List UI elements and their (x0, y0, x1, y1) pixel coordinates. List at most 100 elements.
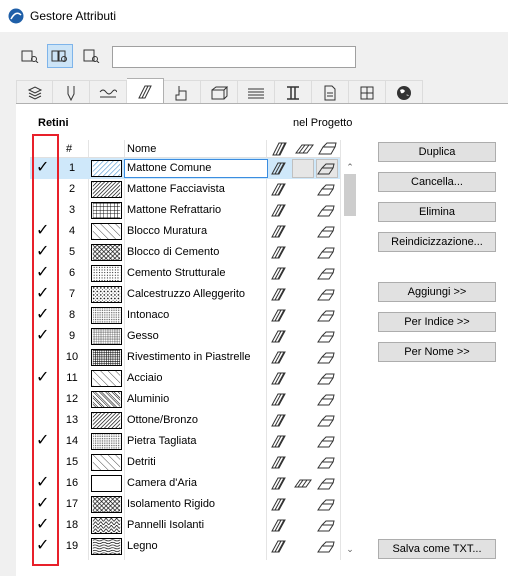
fill-type-icon[interactable] (270, 329, 288, 344)
fill-cut-icon[interactable] (317, 434, 335, 449)
fill-cut-icon[interactable] (317, 413, 335, 428)
fill-type-icon[interactable] (270, 287, 288, 302)
pattern-swatch (91, 328, 122, 345)
detail-view-button[interactable] (78, 44, 104, 68)
row-name: Ottone/Bronzo (127, 414, 198, 426)
fill-cut-icon[interactable] (317, 350, 335, 365)
fill-cut-icon[interactable] (317, 224, 335, 239)
tab-zones[interactable] (238, 80, 275, 104)
tab-line-types[interactable] (90, 80, 127, 104)
table-row[interactable]: 3 Mattone Refrattario (30, 200, 340, 221)
fill-type-icon[interactable] (270, 245, 288, 260)
fill-type-icon[interactable] (270, 539, 288, 554)
tab-composites[interactable] (164, 80, 201, 104)
fill-cut-icon[interactable] (317, 161, 335, 176)
fill-cut-icon[interactable] (317, 518, 335, 533)
row-index: 3 (68, 204, 76, 216)
tab-profiles[interactable] (201, 80, 238, 104)
delete-button[interactable]: Cancella... (378, 172, 496, 192)
row-index: 4 (68, 225, 76, 237)
fill-type-icon[interactable] (270, 350, 288, 365)
row-name: Isolamento Rigido (127, 498, 216, 510)
table-row[interactable]: 12 Aluminio (30, 389, 340, 410)
table-row[interactable]: ✓ 17 Isolamento Rigido (30, 494, 340, 515)
fill-type-icon[interactable] (270, 413, 288, 428)
fill-type-icon[interactable] (270, 224, 288, 239)
surface-toggle[interactable] (292, 159, 314, 178)
save-txt-button[interactable]: Salva come TXT... (378, 539, 496, 559)
fill-type-icon[interactable] (270, 308, 288, 323)
table-scrollbar[interactable]: ⌃ ⌄ (342, 158, 358, 558)
fill-type-icon[interactable] (270, 182, 288, 197)
table-row[interactable]: 13 Ottone/Bronzo (30, 410, 340, 431)
fill-type-icon[interactable] (270, 434, 288, 449)
scroll-up-icon[interactable]: ⌃ (345, 162, 355, 172)
fill-cut-icon[interactable] (317, 266, 335, 281)
fill-cut-icon[interactable] (317, 497, 335, 512)
table-row[interactable]: ✓ 9 Gesso (30, 326, 340, 347)
table-row[interactable]: 15 Detriti (30, 452, 340, 473)
fill-type-icon[interactable] (270, 476, 288, 491)
pattern-swatch (91, 496, 122, 513)
table-row[interactable]: ✓ 7 Calcestruzzo Alleggerito (30, 284, 340, 305)
tab-layers[interactable] (16, 80, 53, 104)
fill-cut-icon[interactable] (317, 182, 335, 197)
table-row[interactable]: ✓ 1 Mattone Comune (30, 158, 340, 179)
fill-surface-icon (295, 144, 314, 154)
reindex-button[interactable]: Reindicizzazione... (378, 232, 496, 252)
fill-type-icon[interactable] (270, 455, 288, 470)
fill-surface-icon[interactable] (294, 476, 312, 491)
fill-cut-icon[interactable] (317, 308, 335, 323)
table-row[interactable]: ✓ 6 Cemento Strutturale (30, 263, 340, 284)
remove-button[interactable]: Elimina (378, 202, 496, 222)
row-name-editor[interactable]: Mattone Comune (124, 159, 268, 178)
table-row[interactable]: 10 Rivestimento in Piastrelle (30, 347, 340, 368)
tab-materials[interactable] (312, 80, 349, 104)
fill-cut-icon[interactable] (317, 539, 335, 554)
fill-cut-icon[interactable] (317, 476, 335, 491)
tab-surfaces[interactable] (349, 80, 386, 104)
by-index-button[interactable]: Per Indice >> (378, 312, 496, 332)
pattern-swatch (91, 181, 122, 198)
tab-fills[interactable] (127, 78, 164, 104)
fill-cut-icon[interactable] (317, 392, 335, 407)
tab-pens[interactable] (53, 80, 90, 104)
add-button[interactable]: Aggiungi >> (378, 282, 496, 302)
by-name-button[interactable]: Per Nome >> (378, 342, 496, 362)
scroll-thumb[interactable] (344, 174, 356, 216)
table-row[interactable]: ✓ 18 Pannelli Isolanti (30, 515, 340, 536)
fill-cut-icon[interactable] (317, 203, 335, 218)
fill-cut-icon[interactable] (317, 371, 335, 386)
pattern-swatch (91, 412, 122, 429)
fill-cut-icon[interactable] (317, 287, 335, 302)
table-row[interactable]: ✓ 16 Camera d'Aria (30, 473, 340, 494)
table-row[interactable]: 2 Mattone Facciavista (30, 179, 340, 200)
table-row[interactable]: ✓ 8 Intonaco (30, 305, 340, 326)
fill-type-icon[interactable] (270, 266, 288, 281)
attribute-tabs (16, 78, 508, 104)
fill-type-icon[interactable] (270, 392, 288, 407)
tab-mep[interactable] (275, 80, 312, 104)
fill-cut-icon[interactable] (317, 329, 335, 344)
fill-type-icon[interactable] (270, 371, 288, 386)
row-index: 10 (65, 351, 79, 363)
table-row[interactable]: ✓ 4 Blocco Muratura (30, 221, 340, 242)
fill-type-icon[interactable] (270, 497, 288, 512)
pattern-swatch (91, 307, 122, 324)
duplicate-button[interactable]: Duplica (378, 142, 496, 162)
table-row[interactable]: ✓ 5 Blocco di Cemento (30, 242, 340, 263)
fill-type-icon[interactable] (270, 203, 288, 218)
list-view-button[interactable] (17, 44, 43, 68)
fill-type-icon[interactable] (270, 518, 288, 533)
table-row[interactable]: ✓ 19 Legno (30, 536, 340, 557)
table-row[interactable]: ✓ 14 Pietra Tagliata (30, 431, 340, 452)
row-index: 16 (65, 477, 79, 489)
scroll-down-icon[interactable]: ⌄ (345, 544, 355, 554)
tab-globe[interactable] (386, 80, 423, 104)
fill-type-icon[interactable] (270, 161, 288, 176)
fill-cut-icon[interactable] (317, 455, 335, 470)
dual-view-button[interactable] (47, 44, 73, 68)
fill-cut-icon[interactable] (317, 245, 335, 260)
table-row[interactable]: ✓ 11 Acciaio (30, 368, 340, 389)
search-input[interactable] (112, 46, 356, 68)
